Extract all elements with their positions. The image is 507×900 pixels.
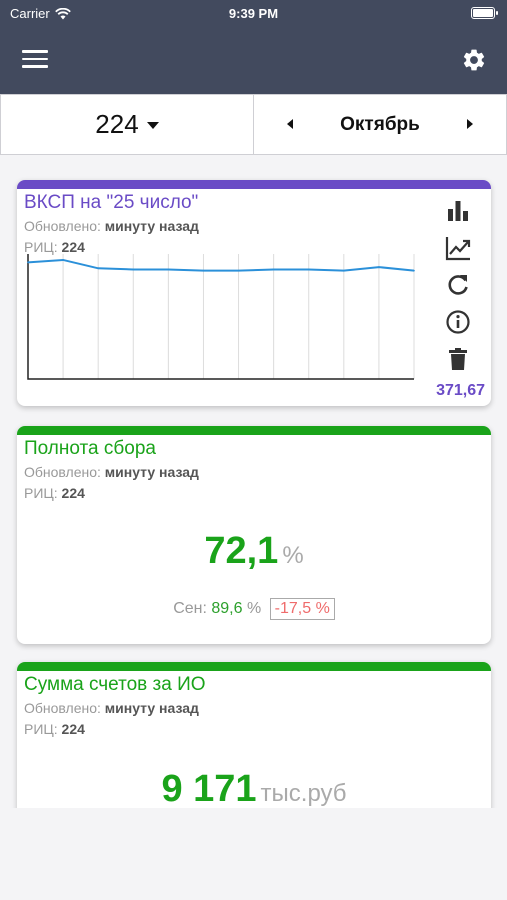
compare-value: 89,6 [211,600,243,617]
chart-point [378,266,380,268]
chart-point [167,268,170,271]
metric-value: 9 171 тыс.руб [17,768,491,811]
updated-label: Обновлено: [24,700,101,716]
metric-unit: тыс.руб [260,780,347,807]
month-selector: Октябрь [254,95,506,154]
filter-bar: 224 Октябрь [0,94,507,155]
chart-point [97,267,99,270]
bottom-area [0,808,507,900]
updated-label: Обновлено: [24,464,101,480]
metric-unit: % [282,542,304,569]
battery-icon [471,7,498,19]
compare-label: Сен: [173,600,207,617]
chart-point [343,269,345,272]
metric-number: 9 171 [161,768,257,810]
updated-value: минуту назад [104,464,199,480]
card-value: 371,67 [436,382,485,399]
card-title: ВКСП на "25 число" [24,192,199,213]
chart-point [132,268,135,271]
trash-icon[interactable] [444,345,472,373]
month-label: Октябрь [340,113,420,135]
hamburger-menu-icon[interactable] [22,50,48,72]
rits-label: РИЦ: [24,721,58,737]
comparison: Сен: 89,6 % -17,5 % [17,598,491,620]
card-rits: РИЦ: 224 [24,721,85,737]
chart-point [413,269,415,272]
rits-value: 224 [61,485,85,501]
card-title: Полнота сбора [24,438,156,459]
updated-value: минуту назад [104,218,199,234]
rits-dropdown-value: 224 [95,109,139,139]
card-vksp[interactable]: ВКСП на "25 число" Обновлено: минуту наз… [17,180,491,406]
caret-down-icon [146,122,159,129]
card-updated: Обновлено: минуту назад [24,700,199,716]
chart-point [202,269,205,272]
card-collection-completeness[interactable]: Полнота сбора Обновлено: минуту назад РИ… [17,426,491,644]
card-rits: РИЦ: 224 [24,485,85,501]
card-accent-bar [17,180,491,189]
card-updated: Обновлено: минуту назад [24,218,199,234]
chart-axes [27,254,414,380]
prev-month-icon[interactable] [287,119,293,129]
top-navbar [0,28,507,94]
metric-number: 72,1 [204,530,279,572]
refresh-icon[interactable] [444,271,472,299]
card-updated: Обновлено: минуту назад [24,464,199,480]
chart-point [237,269,240,272]
chart-point [27,261,29,264]
chart-point [307,268,310,271]
chart-series-line [27,258,415,272]
clock: 9:39 PM [228,6,279,21]
rits-value: 224 [61,721,85,737]
line-chart-icon[interactable] [444,234,472,262]
bar-chart-icon[interactable] [444,197,472,225]
status-bar: Carrier 9:39 PM [0,0,507,28]
rits-dropdown[interactable]: 224 [1,95,254,154]
updated-value: минуту назад [104,700,199,716]
gear-icon[interactable] [461,47,487,73]
card-accent-bar [17,662,491,671]
card-title: Сумма счетов за ИО [24,674,206,695]
compare-unit: % [246,600,262,617]
chart-point [272,268,275,271]
updated-label: Обновлено: [24,218,101,234]
next-month-icon[interactable] [467,119,473,129]
chart-point [62,259,64,261]
delta-badge: -17,5 % [269,598,335,620]
card-accent-bar [17,426,491,435]
metric-value: 72,1% [17,530,491,573]
line-chart [27,254,415,380]
rits-label: РИЦ: [24,485,58,501]
info-icon[interactable] [444,308,472,336]
